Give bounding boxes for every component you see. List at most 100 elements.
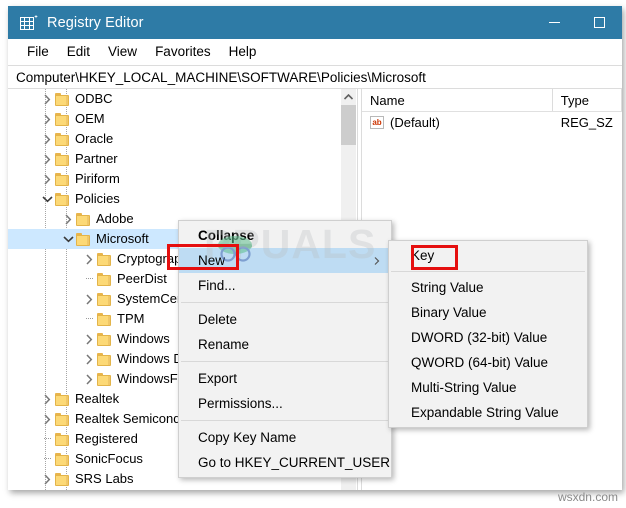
chevron-right-icon[interactable] [40, 129, 55, 149]
context-menu-item-label: Collapse [198, 228, 255, 243]
submenu-item[interactable]: Multi-String Value [389, 375, 587, 400]
folder-icon [97, 272, 112, 286]
tree-leaf-spacer [82, 269, 97, 289]
tree-node[interactable]: ODBC [8, 89, 341, 109]
chevron-right-icon[interactable] [40, 469, 55, 489]
tree-node[interactable]: Oracle [8, 129, 341, 149]
chevron-right-icon[interactable] [40, 389, 55, 409]
context-menu-item[interactable]: Permissions... [179, 391, 391, 416]
chevron-right-icon[interactable] [40, 149, 55, 169]
tree-node[interactable]: Policies [8, 189, 341, 209]
folder-icon [55, 472, 70, 486]
menu-help[interactable]: Help [220, 42, 266, 61]
value-name-text: (Default) [390, 115, 440, 130]
submenu-item[interactable]: Key [389, 243, 587, 268]
address-bar[interactable]: Computer\HKEY_LOCAL_MACHINE\SOFTWARE\Pol… [8, 65, 622, 89]
menu-file[interactable]: File [18, 42, 58, 61]
chevron-right-icon [374, 253, 380, 268]
folder-icon [55, 92, 70, 106]
folder-icon [97, 312, 112, 326]
folder-icon [55, 412, 70, 426]
chevron-right-icon[interactable] [40, 89, 55, 109]
context-menu-item[interactable]: New [179, 248, 391, 273]
menu-separator [181, 361, 389, 362]
submenu-item[interactable]: Binary Value [389, 300, 587, 325]
registry-editor-icon [20, 14, 38, 31]
context-menu-item-label: Find... [198, 278, 236, 293]
menu-favorites[interactable]: Favorites [146, 42, 220, 61]
folder-icon [97, 372, 112, 386]
tree-node[interactable]: SyncIntegrationClients [8, 489, 341, 490]
tree-scrollbar-thumb[interactable] [341, 105, 356, 145]
submenu-item-label: Expandable String Value [411, 405, 559, 420]
column-header-type[interactable]: Type [553, 89, 622, 111]
chevron-right-icon[interactable] [40, 169, 55, 189]
context-menu-item-label: Copy Key Name [198, 430, 297, 445]
chevron-right-icon[interactable] [82, 249, 97, 269]
column-header-name[interactable]: Name [362, 89, 553, 111]
tree-node-label: PeerDist [117, 271, 167, 286]
tree-node-label: Windows [117, 331, 170, 346]
ab-string-icon: ab [370, 116, 384, 129]
tree-node-label: Oracle [75, 131, 114, 146]
submenu-item-label: Key [411, 248, 435, 263]
context-menu-item[interactable]: Rename [179, 332, 391, 357]
submenu-item[interactable]: String Value [389, 275, 587, 300]
tree-node-label: SyncIntegrationClients [75, 489, 205, 490]
folder-icon [76, 232, 91, 246]
folder-icon [55, 192, 70, 206]
chevron-right-icon[interactable] [82, 329, 97, 349]
chevron-right-icon[interactable] [40, 489, 55, 490]
tree-node[interactable]: OEM [8, 109, 341, 129]
context-menu-item[interactable]: Export [179, 366, 391, 391]
tree-node-label: Piriform [75, 171, 120, 186]
scroll-up-arrow[interactable] [341, 89, 356, 105]
chevron-right-icon[interactable] [82, 369, 97, 389]
tree-leaf-spacer [40, 449, 55, 469]
chevron-down-icon[interactable] [40, 189, 55, 209]
context-menu-item[interactable]: Copy Key Name [179, 425, 391, 450]
chevron-down-icon[interactable] [61, 229, 76, 249]
chevron-right-icon[interactable] [40, 109, 55, 129]
table-row[interactable]: ab (Default) REG_SZ [362, 112, 622, 133]
folder-icon [55, 152, 70, 166]
context-menu-item[interactable]: Find... [179, 273, 391, 298]
submenu-item[interactable]: QWORD (64-bit) Value [389, 350, 587, 375]
chevron-right-icon[interactable] [40, 409, 55, 429]
submenu-item[interactable]: Expandable String Value [389, 400, 587, 425]
tree-node-label: Adobe [96, 211, 134, 226]
tree-node-label: Realtek [75, 391, 120, 406]
menu-separator [181, 420, 389, 421]
new-submenu: Key String Value Binary Value DWORD (32-bit… [388, 240, 588, 428]
folder-icon [97, 352, 112, 366]
folder-icon [55, 112, 70, 126]
folder-icon [55, 172, 70, 186]
context-menu-item[interactable]: Delete [179, 307, 391, 332]
folder-icon [97, 252, 112, 266]
folder-icon [55, 452, 70, 466]
folder-icon [55, 132, 70, 146]
menu-view[interactable]: View [99, 42, 146, 61]
tree-node-label: SonicFocus [75, 451, 143, 466]
chevron-right-icon[interactable] [82, 349, 97, 369]
tree-node-label: OEM [75, 111, 105, 126]
context-menu-item[interactable]: Collapse [179, 223, 391, 248]
tree-node[interactable]: Partner [8, 149, 341, 169]
submenu-item-label: Binary Value [411, 305, 487, 320]
context-menu-item-label: Export [198, 371, 238, 386]
submenu-item[interactable]: DWORD (32-bit) Value [389, 325, 587, 350]
tree-node-label: Registered [75, 431, 138, 446]
tree-node-label: ODBC [75, 91, 113, 106]
minimize-button[interactable] [532, 6, 577, 39]
submenu-item-label: DWORD (32-bit) Value [411, 330, 548, 345]
chevron-right-icon[interactable] [61, 209, 76, 229]
maximize-button[interactable] [577, 6, 622, 39]
tree-node-label: SRS Labs [75, 471, 134, 486]
tree-node[interactable]: Piriform [8, 169, 341, 189]
chevron-right-icon[interactable] [82, 289, 97, 309]
context-menu-item-label: New [198, 253, 226, 268]
site-watermark: wsxdn.com [557, 490, 618, 504]
context-menu: Collapse New Find... Delete Rename Export Perm… [178, 220, 392, 478]
context-menu-item[interactable]: Go to HKEY_CURRENT_USER [179, 450, 391, 475]
menu-edit[interactable]: Edit [58, 42, 99, 61]
